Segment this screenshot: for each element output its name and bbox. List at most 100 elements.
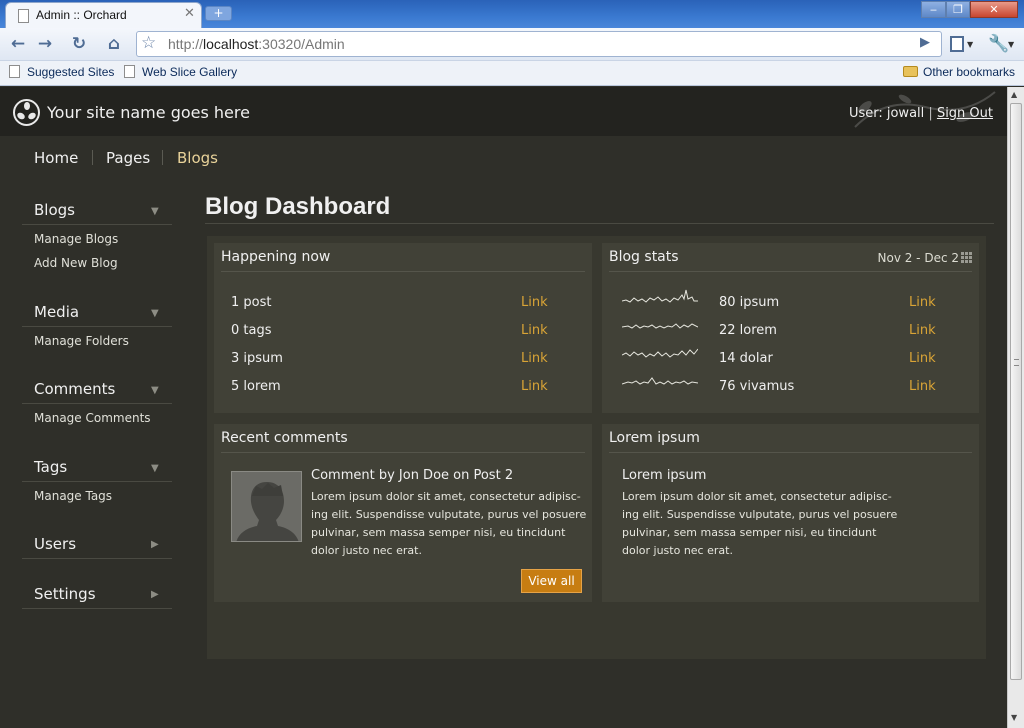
sidebar-item-manage-blogs[interactable]: Manage Blogs [34, 232, 118, 246]
scroll-up-icon[interactable]: ▲ [1011, 90, 1017, 99]
sidebar-item-manage-comments[interactable]: Manage Comments [34, 411, 151, 425]
stat-label: 5 lorem [231, 379, 281, 394]
sidebar-item-manage-folders[interactable]: Manage Folders [34, 334, 129, 348]
sidebar-section-media[interactable]: Media [34, 303, 79, 321]
lorem-ipsum-card: Lorem ipsum Lorem ipsum Lorem ipsum dolo… [602, 424, 979, 602]
stat-label: 3 ipsum [231, 351, 283, 366]
go-arrow-icon[interactable]: ▶ [920, 35, 930, 50]
site-name[interactable]: Your site name goes here [47, 103, 250, 122]
page-menu-icon[interactable] [950, 36, 964, 52]
nav-pages[interactable]: Pages [106, 149, 150, 167]
bookmark-web-slice-gallery[interactable]: Web Slice Gallery [124, 65, 237, 79]
comment-heading[interactable]: Comment by Jon Doe on Post 2 [311, 468, 513, 483]
chevron-down-icon: ▼ [967, 40, 974, 49]
close-window-button[interactable]: ✕ [970, 1, 1018, 18]
stat-link[interactable]: Link [909, 295, 936, 310]
sidebar-section-users[interactable]: Users [34, 535, 76, 553]
minimize-button[interactable]: ‒ [921, 1, 946, 18]
blog-stats-card: Blog stats Nov 2 - Dec 2 80 ipsum Link 2… [602, 243, 979, 413]
stat-link[interactable]: Link [521, 295, 548, 310]
scroll-down-icon[interactable]: ▼ [1011, 713, 1017, 722]
dashboard-panel: Happening now 1 post Link 0 tags Link 3 … [207, 236, 986, 659]
top-navigation: Home Pages Blogs [0, 136, 1007, 180]
folder-icon [903, 66, 918, 77]
page-icon [9, 65, 20, 78]
browser-tab[interactable]: Admin :: Orchard ✕ [5, 2, 202, 28]
sparkline [622, 348, 698, 358]
stat-link[interactable]: Link [521, 351, 548, 366]
back-arrow-icon[interactable]: ← [5, 31, 31, 57]
bookmarks-bar: Suggested Sites Web Slice Gallery Other … [0, 61, 1024, 86]
view-all-button[interactable]: View all [521, 569, 582, 593]
browser-titlebar: Admin :: Orchard ✕ + ‒ ❐ ✕ [0, 0, 1024, 28]
sign-out-link[interactable]: Sign Out [937, 106, 993, 121]
sparkline [622, 289, 698, 303]
bookmark-suggested-sites[interactable]: Suggested Sites [9, 65, 114, 79]
user-separator: | [928, 106, 933, 121]
date-range-picker[interactable]: Nov 2 - Dec 2 [878, 251, 972, 265]
card-title: Blog stats [609, 249, 679, 265]
wrench-icon[interactable]: 🔧 [988, 34, 1009, 54]
card-title: Recent comments [221, 430, 348, 446]
sidebar-section-settings[interactable]: Settings [34, 585, 96, 603]
lorem-body: Lorem ipsum dolor sit amet, consectetur … [622, 490, 898, 557]
comment-body: Lorem ipsum dolor sit amet, consectetur … [311, 490, 587, 557]
stat-link[interactable]: Link [909, 323, 936, 338]
url-text: http://localhost:30320/Admin [168, 36, 345, 52]
sidebar-item-add-new-blog[interactable]: Add New Blog [34, 256, 118, 270]
sidebar-item-manage-tags[interactable]: Manage Tags [34, 489, 112, 503]
stat-link[interactable]: Link [909, 379, 936, 394]
nav-divider [92, 150, 93, 165]
sidebar-section-tags[interactable]: Tags [34, 458, 67, 476]
user-label: User: jowall [848, 106, 925, 121]
sidebar-divider [22, 326, 172, 327]
bookmark-star-icon[interactable]: ☆ [141, 33, 156, 53]
user-bar: User: jowall | Sign Out [849, 106, 993, 121]
chevron-down-icon[interactable]: ▼ [151, 308, 159, 319]
address-bar[interactable]: ☆ http://localhost:30320/Admin ▶ [136, 31, 942, 57]
vertical-scrollbar[interactable]: ▲ ▼ [1007, 87, 1024, 728]
stat-label: 80 ipsum [719, 295, 780, 310]
new-tab-button[interactable]: + [205, 6, 232, 21]
chevron-down-icon[interactable]: ▼ [151, 206, 159, 217]
chevron-right-icon[interactable]: ▶ [151, 589, 159, 600]
scrollbar-thumb[interactable] [1010, 103, 1022, 680]
browser-toolbar: ← → ↻ ⌂ ☆ http://localhost:30320/Admin ▶… [0, 28, 1024, 61]
forward-arrow-icon[interactable]: → [32, 31, 58, 57]
sidebar-section-comments[interactable]: Comments [34, 380, 115, 398]
reload-icon[interactable]: ↻ [66, 31, 92, 57]
stat-label: 76 vivamus [719, 379, 795, 394]
sidebar-divider [22, 608, 172, 609]
avatar [231, 471, 302, 542]
card-title: Happening now [221, 249, 331, 265]
recent-comments-card: Recent comments Comment by Jon Doe on Po… [214, 424, 592, 602]
close-tab-icon[interactable]: ✕ [184, 6, 195, 21]
maximize-button[interactable]: ❐ [946, 1, 970, 18]
calendar-icon[interactable] [961, 252, 972, 263]
home-icon[interactable]: ⌂ [101, 31, 127, 57]
stat-label: 1 post [231, 295, 272, 310]
orchard-logo-icon[interactable] [13, 99, 40, 126]
chevron-down-icon[interactable]: ▼ [151, 463, 159, 474]
page-icon [124, 65, 135, 78]
card-divider [221, 271, 585, 272]
sidebar-divider [22, 481, 172, 482]
card-title: Lorem ipsum [609, 430, 700, 446]
stat-link[interactable]: Link [909, 351, 936, 366]
chevron-down-icon[interactable]: ▼ [151, 385, 159, 396]
user-silhouette-icon [236, 482, 299, 541]
tab-title: Admin :: Orchard [36, 8, 127, 22]
chevron-right-icon[interactable]: ▶ [151, 539, 159, 550]
stat-link[interactable]: Link [521, 323, 548, 338]
page-viewport: Your site name goes here User: jowall | … [0, 87, 1007, 728]
sparkline [622, 323, 698, 329]
site-header: Your site name goes here User: jowall | … [0, 87, 1007, 136]
nav-home[interactable]: Home [34, 149, 78, 167]
card-divider [221, 452, 585, 453]
sidebar-section-blogs[interactable]: Blogs [34, 201, 75, 219]
other-bookmarks[interactable]: Other bookmarks [903, 65, 1015, 79]
stat-link[interactable]: Link [521, 379, 548, 394]
nav-blogs[interactable]: Blogs [177, 149, 218, 167]
page-icon [18, 9, 29, 23]
nav-divider [162, 150, 163, 165]
